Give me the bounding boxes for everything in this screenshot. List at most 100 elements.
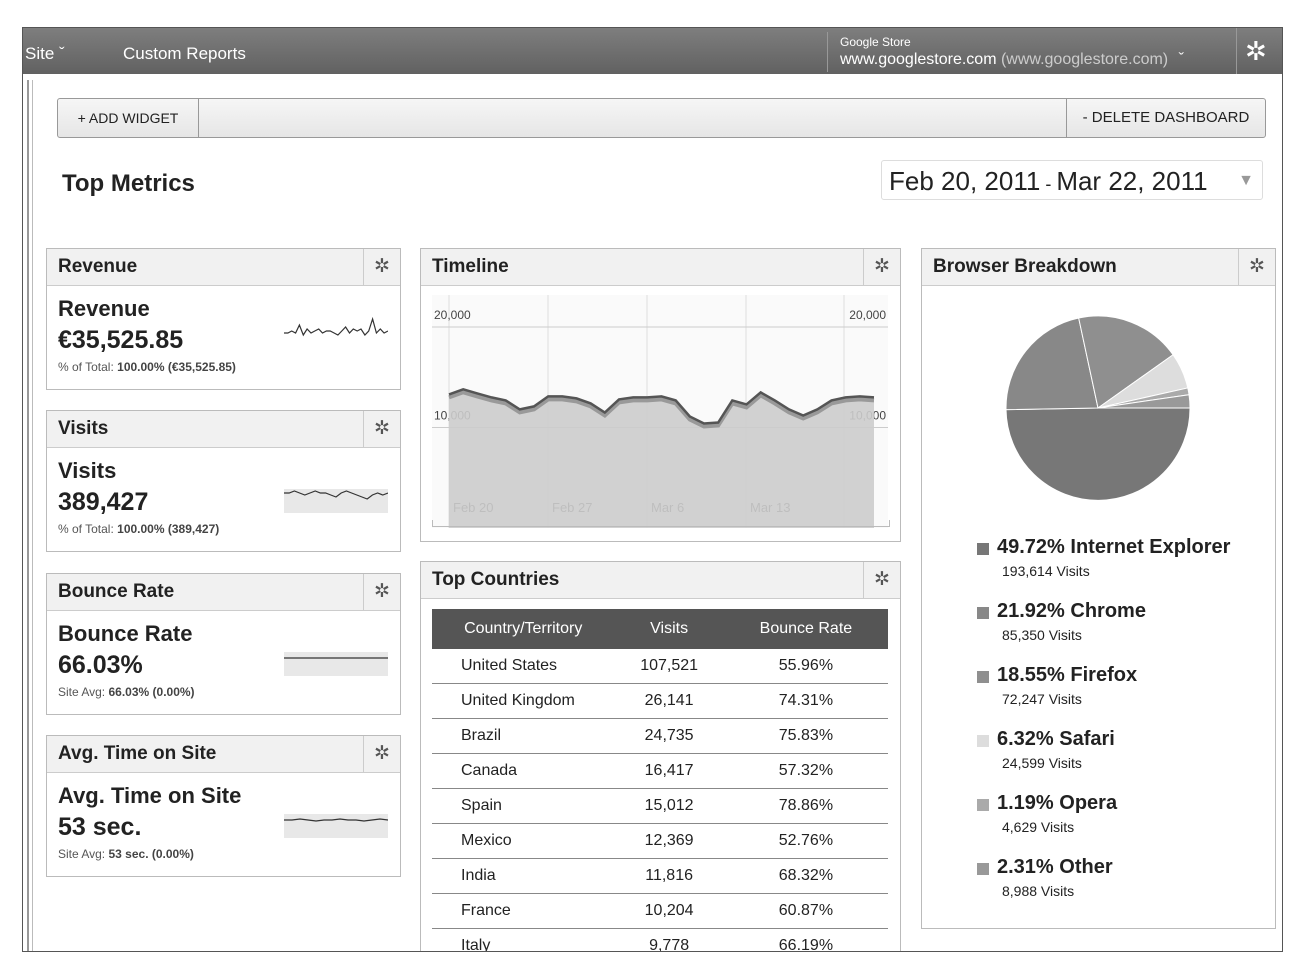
timeline-chart: Feb 20Feb 27Mar 6Mar 1320,00020,00010,00… <box>432 295 888 528</box>
column-header-bounce-rate[interactable]: Bounce Rate <box>723 609 888 649</box>
avg-time-sparkline <box>284 814 388 838</box>
cell-country: Italy <box>432 928 615 951</box>
column-header-country[interactable]: Country/Territory <box>432 609 615 649</box>
dashboard-toolbar: + ADD WIDGET - DELETE DASHBOARD <box>57 98 1266 138</box>
cell-visits: 15,012 <box>614 788 724 824</box>
widget-title: Top Countries <box>432 569 560 590</box>
note-value: 66.03% (0.00%) <box>108 685 195 699</box>
widget-gear-icon[interactable]: ✲ <box>363 574 400 610</box>
cell-visits: 16,417 <box>614 753 724 789</box>
cell-country: Brazil <box>432 718 615 754</box>
metric-note: % of Total: 100.00% (389,427) <box>58 522 219 536</box>
metric-note: Site Avg: 66.03% (0.00%) <box>58 685 195 699</box>
legend-visits: 72,247 Visits <box>1002 691 1082 707</box>
legend-label: 1.19% Opera <box>997 792 1118 814</box>
legend-label: 18.55% Firefox <box>997 664 1138 686</box>
table-row[interactable]: Mexico 12,369 52.76% <box>432 823 888 859</box>
legend-label: 6.32% Safari <box>997 728 1115 750</box>
custom-reports-link[interactable]: Custom Reports <box>123 44 246 64</box>
cell-country: United Kingdom <box>432 683 615 719</box>
timeline-range-bar[interactable] <box>432 520 890 527</box>
account-url-paren: (www.googlestore.com) <box>996 51 1169 68</box>
sparkline-fill <box>284 652 388 676</box>
widget-title: Bounce Rate <box>58 581 175 602</box>
table-row[interactable]: Brazil 24,735 75.83% <box>432 718 888 754</box>
account-url: www.googlestore.com (www.googlestore.com… <box>840 51 1184 69</box>
note-prefix: Site Avg: <box>58 847 109 861</box>
widget-title: Visits <box>58 418 109 439</box>
chevron-down-icon[interactable]: ▼ <box>1238 161 1254 201</box>
countries-table: Country/Territory Visits Bounce Rate Uni… <box>432 609 888 951</box>
widget-title: Avg. Time on Site <box>58 743 217 764</box>
avg-time-widget: Avg. Time on Site ✲ Avg. Time on Site 53… <box>46 735 401 877</box>
widget-gear-icon[interactable]: ✲ <box>863 562 900 598</box>
widget-gear-icon[interactable]: ✲ <box>1238 249 1275 285</box>
widget-title: Revenue <box>58 256 138 277</box>
cell-bounce-rate: 75.83% <box>723 718 888 754</box>
date-range-picker[interactable]: Feb 20, 2011 - Mar 22, 2011 ▼ <box>881 160 1263 200</box>
table-row[interactable]: France 10,204 60.87% <box>432 893 888 929</box>
widget-gear-icon[interactable]: ✲ <box>363 249 400 285</box>
widget-header: Timeline ✲ <box>421 249 900 286</box>
widget-title: Timeline <box>432 256 509 277</box>
bounce-rate-widget: Bounce Rate ✲ Bounce Rate 66.03% Site Av… <box>46 573 401 715</box>
metric-value: 66.03% <box>58 651 143 679</box>
y-tick-label-right: 20,000 <box>849 308 886 322</box>
metric-value: 53 sec. <box>58 813 142 841</box>
cell-country: Canada <box>432 753 615 789</box>
widget-gear-icon[interactable]: ✲ <box>363 736 400 772</box>
visits-widget: Visits ✲ Visits 389,427 % of Total: 100.… <box>46 410 401 552</box>
chevron-down-icon: ˇ <box>1178 51 1184 68</box>
cell-country: France <box>432 893 615 929</box>
cell-visits: 12,369 <box>614 823 724 859</box>
revenue-sparkline <box>284 316 388 337</box>
table-row[interactable]: Spain 15,012 78.86% <box>432 788 888 824</box>
note-value: 100.00% (€35,525.85) <box>117 360 236 374</box>
legend-visits: 24,599 Visits <box>1002 755 1082 771</box>
cell-bounce-rate: 52.76% <box>723 823 888 859</box>
pie-slice-internet-explorer <box>1005 407 1191 501</box>
metric-label: Revenue <box>58 296 150 321</box>
divider <box>1236 28 1237 74</box>
metric-label: Avg. Time on Site <box>58 783 242 808</box>
sidebar-edge <box>32 80 33 951</box>
legend-label: 21.92% Chrome <box>997 600 1146 622</box>
date-separator: - <box>1040 174 1057 194</box>
timeline-widget: Timeline ✲ Feb 20Feb 27Mar 6Mar 1320,000… <box>420 248 901 542</box>
table-row[interactable]: Canada 16,417 57.32% <box>432 753 888 789</box>
cell-country: Spain <box>432 788 615 824</box>
table-header-row: Country/Territory Visits Bounce Rate <box>432 609 888 649</box>
widget-header: Visits ✲ <box>47 411 400 448</box>
table-row[interactable]: United Kingdom 26,141 74.31% <box>432 683 888 719</box>
table-row[interactable]: India 11,816 68.32% <box>432 858 888 894</box>
settings-gear-icon[interactable]: ✲ <box>1245 36 1267 67</box>
cell-country: Mexico <box>432 823 615 859</box>
widget-gear-icon[interactable]: ✲ <box>863 249 900 285</box>
table-row[interactable]: United States 107,521 55.96% <box>432 649 888 684</box>
column-header-visits[interactable]: Visits <box>614 609 724 649</box>
legend-swatch <box>977 735 989 747</box>
table-row[interactable]: Italy 9,778 66.19% <box>432 928 888 951</box>
cell-bounce-rate: 57.32% <box>723 753 888 789</box>
browser-breakdown-widget: Browser Breakdown ✲ 49.72% Internet Expl… <box>921 248 1276 929</box>
cell-bounce-rate: 66.19% <box>723 928 888 951</box>
cell-visits: 11,816 <box>614 858 724 894</box>
legend-visits: 8,988 Visits <box>1002 883 1075 899</box>
top-nav-bar: Site ˇ Custom Reports Google Store www.g… <box>23 28 1282 74</box>
metric-value: €35,525.85 <box>58 326 184 354</box>
widget-gear-icon[interactable]: ✲ <box>363 411 400 447</box>
cell-bounce-rate: 78.86% <box>723 788 888 824</box>
add-widget-button[interactable]: + ADD WIDGET <box>58 99 199 137</box>
delete-dashboard-button[interactable]: - DELETE DASHBOARD <box>1066 99 1265 137</box>
note-prefix: Site Avg: <box>58 685 109 699</box>
legend-swatch <box>977 799 989 811</box>
top-countries-widget: Top Countries ✲ Country/Territory Visits… <box>420 561 901 951</box>
legend-swatch <box>977 607 989 619</box>
cell-visits: 26,141 <box>614 683 724 719</box>
cell-visits: 10,204 <box>614 893 724 929</box>
legend-swatch <box>977 671 989 683</box>
legend-swatch <box>977 543 989 555</box>
cell-bounce-rate: 55.96% <box>723 649 888 684</box>
widget-header: Browser Breakdown ✲ <box>922 249 1275 286</box>
site-menu[interactable]: Site ˇ <box>25 44 65 64</box>
